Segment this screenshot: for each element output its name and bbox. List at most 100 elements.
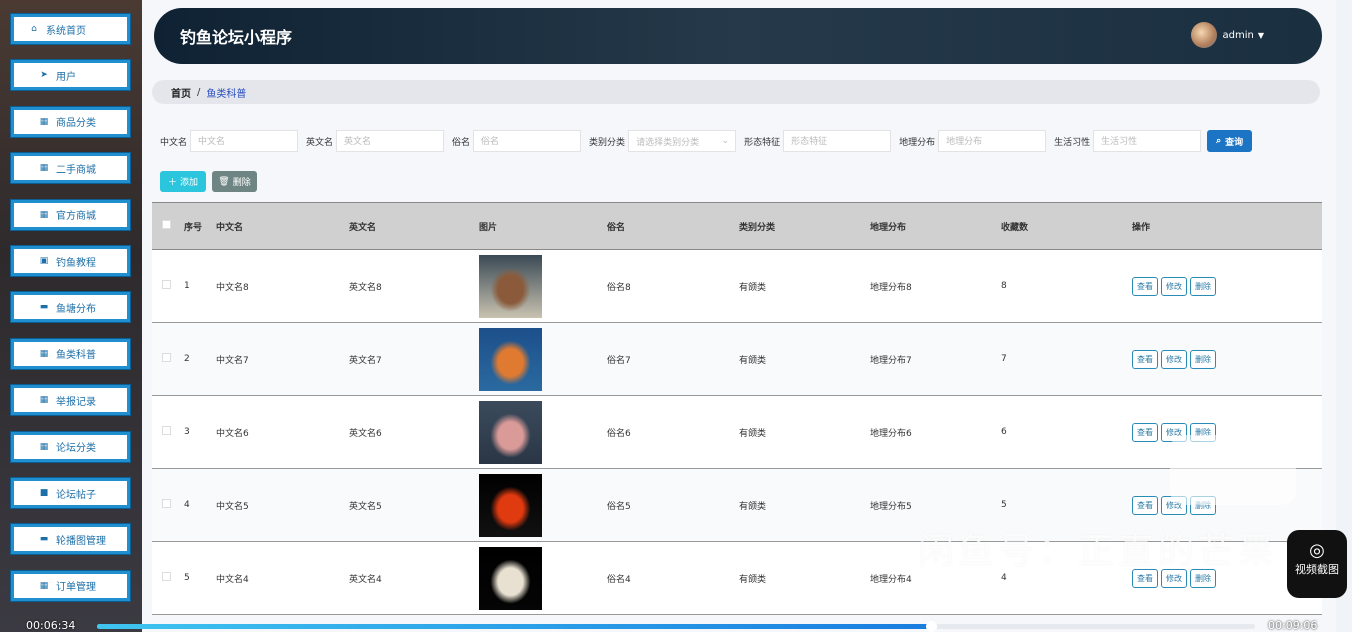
total-time: 00:09:06 — [1268, 619, 1318, 632]
edit-button[interactable]: 修改 — [1161, 349, 1187, 369]
grid-icon: ▦ — [39, 209, 49, 220]
sidebar-item[interactable]: ▦ 二手商城 — [11, 153, 130, 184]
common-name-input[interactable] — [473, 130, 582, 152]
chinese-name-input[interactable] — [190, 130, 299, 152]
grid-icon: ▦ — [39, 580, 49, 591]
username: admin — [1222, 29, 1254, 41]
breadcrumb: 首页 / 鱼类科普 — [152, 80, 1320, 104]
monitor-icon: ▬ — [39, 534, 49, 545]
select-placeholder: 请选择类别分类 — [636, 137, 700, 148]
sidebar-item[interactable]: ▦ 订单管理 — [11, 570, 130, 601]
breadcrumb-separator: / — [197, 86, 201, 98]
label: 类别分类 — [589, 137, 626, 148]
habits-input[interactable] — [1093, 130, 1202, 152]
cell-no: 1 — [184, 249, 216, 323]
delete-label: 删除 — [232, 178, 251, 188]
sidebar-item-label: 论坛分类 — [56, 443, 96, 455]
home-icon: ⌂ — [31, 24, 37, 34]
delete-button[interactable]: 🗑 删除 — [212, 171, 257, 192]
cell-favorites: 8 — [1001, 249, 1132, 323]
morphology-input[interactable] — [783, 130, 892, 152]
col-header: 收藏数 — [1001, 202, 1132, 250]
view-button[interactable]: 查看 — [1132, 422, 1158, 442]
progress-fill — [97, 624, 931, 629]
cell-english-name: 英文名4 — [349, 541, 479, 615]
fish-image — [479, 473, 542, 537]
sidebar-item[interactable]: ▦ 鱼类科普 — [11, 338, 130, 369]
fish-image — [479, 400, 542, 464]
sidebar-item[interactable]: ▦ 举报记录 — [11, 385, 130, 416]
search-icon: ⌕ — [1216, 136, 1222, 146]
sidebar-item-label: 轮播图管理 — [56, 535, 106, 547]
delete-row-button[interactable]: 删除 — [1190, 276, 1216, 296]
view-button[interactable]: 查看 — [1132, 349, 1158, 369]
query-button[interactable]: ⌕ 查询 — [1207, 130, 1253, 152]
edit-button[interactable]: 修改 — [1161, 276, 1187, 296]
breadcrumb-home[interactable]: 首页 — [171, 85, 191, 100]
sidebar-item-label: 举报记录 — [56, 396, 96, 408]
row-checkbox[interactable] — [162, 426, 171, 435]
cell-distribution: 地理分布7 — [870, 322, 1001, 396]
grid-icon: ▦ — [39, 348, 49, 359]
cell-category: 有颌类 — [739, 395, 870, 469]
send-icon: ➤ — [40, 70, 48, 81]
breadcrumb-current: 鱼类科普 — [206, 88, 247, 100]
row-checkbox[interactable] — [162, 572, 171, 581]
category-select[interactable]: 请选择类别分类 ⌄ — [628, 130, 737, 152]
col-header: 操作 — [1132, 202, 1322, 250]
header: 钓鱼论坛小程序 admin ▼ — [154, 8, 1322, 64]
label: 地理分布 — [899, 137, 936, 148]
cell-common-name: 俗名7 — [607, 322, 739, 396]
sidebar-item[interactable]: ➤ 用户 — [11, 60, 130, 91]
sidebar-item-label: 官方商城 — [56, 211, 96, 223]
sidebar-item[interactable]: ▬ 鱼塘分布 — [11, 292, 130, 323]
col-header: 类别分类 — [739, 202, 870, 250]
cell-no: 5 — [184, 541, 216, 615]
row-checkbox[interactable] — [162, 280, 171, 289]
sidebar-item[interactable]: ▣ 钓鱼教程 — [11, 246, 130, 276]
progress-handle[interactable] — [925, 621, 937, 632]
sidebar: ⌂ 系统首页 ➤ 用户 ▦ 商品分类 ▦ 二手商城 ▦ 官方商城 ▣ 钓鱼教程 ▬ 鱼塘分布 ▦ 鱼类科普 ▦ 举… — [0, 0, 142, 632]
sidebar-item[interactable]: ▦ 商品分类 — [11, 106, 130, 137]
trash-icon: 🗑 — [218, 176, 230, 187]
current-time: 00:06:34 — [26, 619, 76, 632]
col-header: 中文名 — [216, 202, 349, 250]
english-name-input[interactable] — [336, 130, 445, 152]
sidebar-item-label: 用户 — [56, 71, 76, 83]
sidebar-item[interactable]: ■ 论坛帖子 — [11, 478, 130, 508]
user-menu[interactable]: admin ▼ — [1190, 22, 1264, 48]
cell-common-name: 俗名4 — [607, 541, 739, 615]
clipboard-icon: ▣ — [39, 256, 49, 266]
view-button[interactable]: 查看 — [1132, 495, 1158, 515]
cell-category: 有颌类 — [739, 249, 870, 323]
delete-row-button[interactable]: 删除 — [1190, 349, 1216, 369]
distribution-input[interactable] — [938, 130, 1047, 152]
select-all-checkbox[interactable] — [162, 220, 171, 229]
cell-favorites: 7 — [1001, 322, 1132, 396]
avatar — [1190, 22, 1217, 48]
label: 形态特征 — [744, 137, 781, 148]
sidebar-item[interactable]: ▦ 官方商城 — [11, 199, 130, 230]
cell-common-name: 俗名6 — [607, 395, 739, 469]
query-label: 查询 — [1225, 137, 1244, 148]
sidebar-item[interactable]: ▦ 论坛分类 — [11, 431, 130, 462]
sidebar-item-label: 系统首页 — [46, 25, 86, 37]
sidebar-item[interactable]: ⌂ 系统首页 — [11, 14, 130, 44]
label: 生活习性 — [1054, 137, 1091, 148]
progress-slider[interactable] — [97, 621, 1255, 632]
col-header: 英文名 — [349, 202, 479, 250]
cell-common-name: 俗名5 — [607, 468, 739, 542]
monitor-icon: ▬ — [39, 302, 49, 313]
sidebar-item[interactable]: ▬ 轮播图管理 — [11, 524, 130, 555]
row-checkbox[interactable] — [162, 499, 171, 508]
video-icon: ■ — [39, 488, 49, 498]
add-button[interactable]: ＋添加 — [160, 171, 206, 192]
video-player-bar: 00:06:34 00:09:06 — [0, 619, 1352, 632]
sidebar-item-label: 钓鱼教程 — [56, 257, 96, 269]
fish-image — [479, 327, 542, 391]
sidebar-item-label: 鱼类科普 — [56, 350, 96, 362]
row-checkbox[interactable] — [162, 353, 171, 362]
screenshot-button[interactable]: ◎ 视频截图 — [1287, 530, 1347, 598]
view-button[interactable]: 查看 — [1132, 276, 1158, 296]
sidebar-item-label: 商品分类 — [56, 118, 96, 130]
